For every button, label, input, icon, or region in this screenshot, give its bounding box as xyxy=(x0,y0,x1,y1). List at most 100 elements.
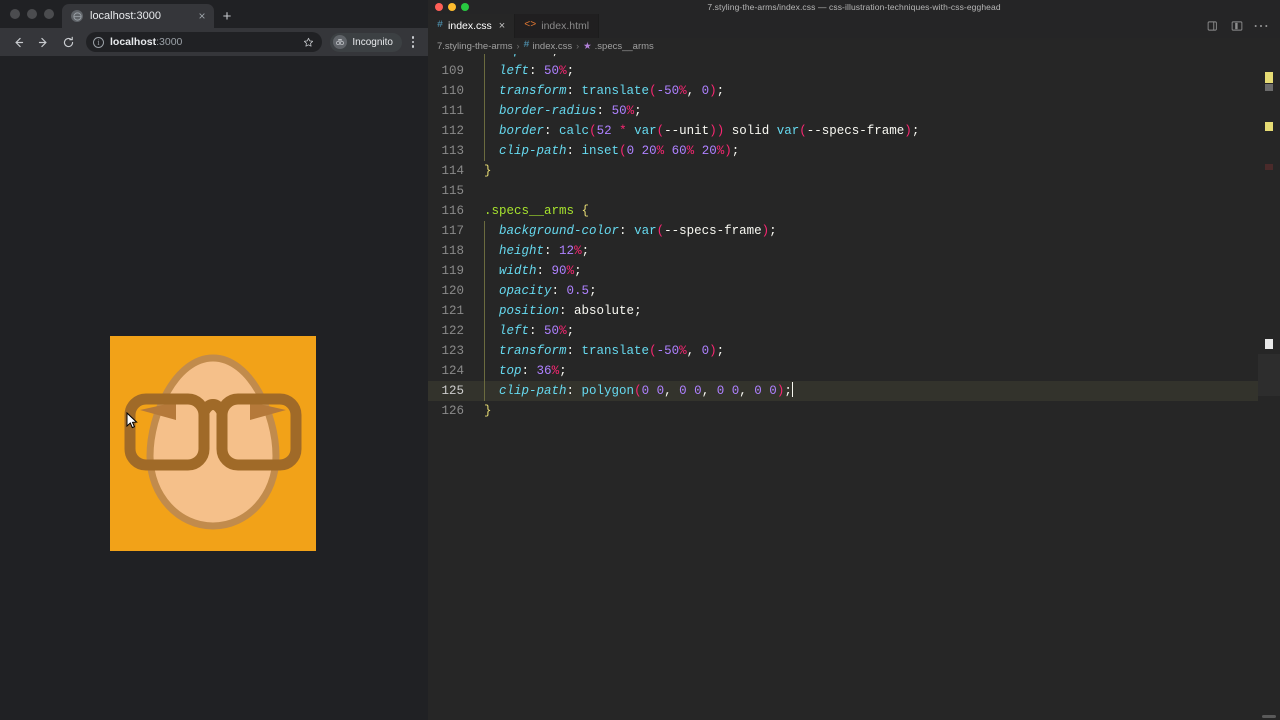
editor-tab-index-css[interactable]: # index.css × xyxy=(428,14,516,38)
indent-guide xyxy=(484,281,485,301)
code-text: border: calc(52 * var(--unit)) solid var… xyxy=(499,124,920,138)
indent-guide xyxy=(484,381,485,401)
code-text: left: 50%; xyxy=(499,64,575,78)
more-actions-icon[interactable]: ⋯ xyxy=(1251,16,1271,36)
code-line[interactable]: 122 left: 50%; xyxy=(428,321,1280,341)
line-number: 124 xyxy=(441,364,464,378)
line-number: 123 xyxy=(441,344,464,358)
browser-tab-strip: localhost:3000 × + xyxy=(0,0,428,28)
editor-title-bar: 7.styling-the-arms/index.css — css-illus… xyxy=(428,0,1280,14)
reload-icon[interactable] xyxy=(57,31,79,53)
code-line[interactable]: 121 position: absolute; xyxy=(428,301,1280,321)
indent-guide xyxy=(484,61,485,81)
breadcrumb-item-folder[interactable]: 7.styling-the-arms xyxy=(437,41,513,52)
browser-maximize-button[interactable] xyxy=(44,9,54,19)
site-favicon xyxy=(71,10,83,22)
browser-minimize-button[interactable] xyxy=(27,9,37,19)
code-line[interactable]: 114} xyxy=(428,161,1280,181)
browser-close-button[interactable] xyxy=(10,9,20,19)
code-text: width: 90%; xyxy=(499,264,582,278)
incognito-badge[interactable]: Incognito xyxy=(330,32,402,52)
code-line[interactable]: 120 opacity: 0.5; xyxy=(428,281,1280,301)
indent-guide xyxy=(484,54,485,61)
code-text: clip-path: polygon(0 0, 0 0, 0 0, 0 0); xyxy=(499,382,793,398)
editor-close-button[interactable] xyxy=(435,3,443,11)
indent-guide xyxy=(484,321,485,341)
toggle-panel-icon[interactable] xyxy=(1227,16,1247,36)
line-number: 116 xyxy=(441,204,464,218)
code-line[interactable]: 115 xyxy=(428,181,1280,201)
code-line[interactable]: 111 border-radius: 50%; xyxy=(428,101,1280,121)
browser-tab-localhost[interactable]: localhost:3000 × xyxy=(62,4,214,28)
breadcrumb: 7.styling-the-arms › # index.css › ★ .sp… xyxy=(428,38,1280,54)
address-bar[interactable]: i localhost:3000 xyxy=(86,32,323,52)
forward-icon[interactable] xyxy=(32,31,54,53)
editor-window-title: 7.styling-the-arms/index.css — css-illus… xyxy=(707,2,1001,12)
bookmark-star-icon[interactable] xyxy=(303,37,314,48)
horizontal-scrollbar[interactable] xyxy=(1262,715,1276,718)
code-line[interactable]: 110 transform: translate(-50%, 0); xyxy=(428,81,1280,101)
breadcrumb-item-file[interactable]: # index.css xyxy=(524,41,573,52)
url-text: localhost:3000 xyxy=(110,36,297,48)
minimap-slider[interactable] xyxy=(1258,354,1280,396)
indent-guide xyxy=(484,241,485,261)
close-icon[interactable]: × xyxy=(499,20,505,32)
minimap-marker xyxy=(1265,72,1273,83)
editor-minimap[interactable] xyxy=(1258,54,1280,720)
line-number: 109 xyxy=(441,64,464,78)
code-lines-container: 108 top: 3%;109 left: 50%;110 transform:… xyxy=(428,54,1280,421)
code-line[interactable]: 113 clip-path: inset(0 20% 60% 20%); xyxy=(428,141,1280,161)
breadcrumb-item-symbol[interactable]: ★ .specs__arms xyxy=(583,41,654,52)
line-number: 125 xyxy=(441,384,464,398)
code-line[interactable]: 117 background-color: var(--specs-frame)… xyxy=(428,221,1280,241)
editor-minimize-button[interactable] xyxy=(448,3,456,11)
editor-tab-index-html[interactable]: <> index.html xyxy=(515,14,600,38)
code-line[interactable]: 123 transform: translate(-50%, 0); xyxy=(428,341,1280,361)
editor-window-controls[interactable] xyxy=(428,3,469,11)
line-number: 113 xyxy=(441,144,464,158)
code-text: background-color: var(--specs-frame); xyxy=(499,224,777,238)
indent-guide xyxy=(484,121,485,141)
code-text: .specs__arms { xyxy=(484,204,590,218)
code-line[interactable]: 118 height: 12%; xyxy=(428,241,1280,261)
browser-menu-icon[interactable] xyxy=(405,31,421,53)
browser-tab-title: localhost:3000 xyxy=(90,10,161,22)
code-line[interactable]: 124 top: 36%; xyxy=(428,361,1280,381)
site-info-icon[interactable]: i xyxy=(93,36,104,48)
minimap-marker xyxy=(1265,164,1273,170)
code-text: } xyxy=(484,404,492,418)
line-number: 119 xyxy=(441,264,464,278)
code-text: } xyxy=(484,164,492,178)
back-icon[interactable] xyxy=(7,31,29,53)
code-text: border-radius: 50%; xyxy=(499,104,642,118)
indent-guide xyxy=(484,141,485,161)
new-tab-button[interactable]: + xyxy=(214,4,240,28)
browser-window-controls[interactable] xyxy=(8,0,62,28)
line-number: 121 xyxy=(441,304,464,318)
code-line[interactable]: 126} xyxy=(428,401,1280,421)
code-line[interactable]: 119 width: 90%; xyxy=(428,261,1280,281)
editor-tab-label: index.css xyxy=(448,20,492,32)
breadcrumb-label: .specs__arms xyxy=(594,40,654,52)
line-number: 108 xyxy=(428,54,476,61)
split-editor-icon[interactable] xyxy=(1203,16,1223,36)
code-text: opacity: 0.5; xyxy=(499,284,597,298)
line-number: 120 xyxy=(441,284,464,298)
url-host: localhost xyxy=(110,36,157,48)
line-number: 118 xyxy=(441,244,464,258)
code-line[interactable]: 112 border: calc(52 * var(--unit)) solid… xyxy=(428,121,1280,141)
editor-maximize-button[interactable] xyxy=(461,3,469,11)
code-line[interactable]: 116 .specs__arms { xyxy=(428,201,1280,221)
egghead-svg xyxy=(110,336,316,551)
egg-head-shape xyxy=(146,354,280,530)
breadcrumb-separator: › xyxy=(516,41,520,51)
code-line[interactable]: 109 left: 50%; xyxy=(428,61,1280,81)
close-icon[interactable]: × xyxy=(194,8,210,24)
code-line[interactable]: 125 clip-path: polygon(0 0, 0 0, 0 0, 0 … xyxy=(428,381,1280,401)
html-file-icon: <> xyxy=(524,20,537,31)
indent-guide xyxy=(484,341,485,361)
code-editor-content[interactable]: 108 top: 3%;109 left: 50%;110 transform:… xyxy=(428,54,1280,720)
incognito-label: Incognito xyxy=(352,36,393,48)
code-line[interactable]: 108 top: 3%; xyxy=(428,54,1280,61)
incognito-avatar-icon xyxy=(333,35,348,49)
